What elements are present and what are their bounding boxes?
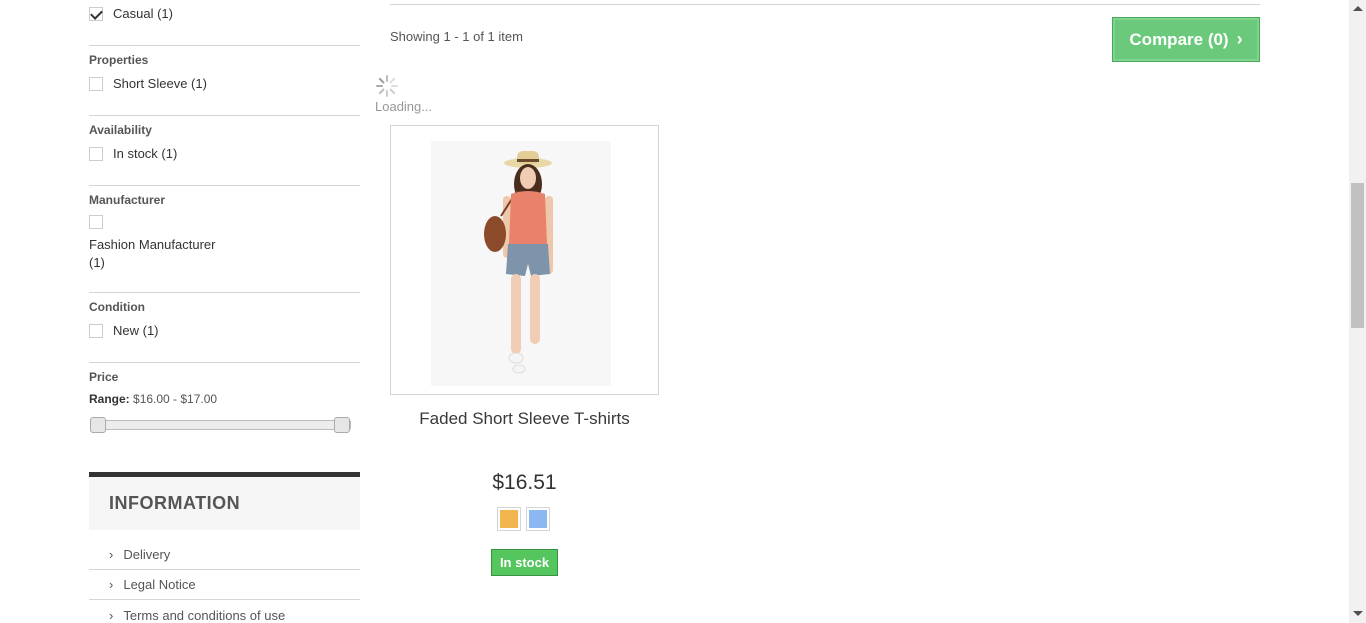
info-link-delivery[interactable]: › Delivery [89, 540, 360, 570]
color-swatch-blue[interactable] [526, 507, 550, 531]
information-title: INFORMATION [109, 493, 241, 513]
swatch-fill [500, 510, 518, 528]
info-link-terms[interactable]: › Terms and conditions of use [89, 600, 360, 623]
loading-text: Loading... [375, 99, 433, 114]
slider-min-handle[interactable] [90, 417, 106, 433]
information-header: INFORMATION [89, 472, 360, 530]
divider [89, 185, 360, 186]
product-name-link[interactable]: Faded Short Sleeve T-shirts [390, 409, 659, 429]
info-link-label: Legal Notice [123, 577, 196, 592]
divider [89, 45, 360, 46]
product-image [391, 126, 658, 394]
range-label: Range: [89, 392, 130, 406]
price-title: Price [89, 370, 119, 384]
loading-spinner-icon [376, 75, 398, 97]
vertical-scrollbar[interactable] [1349, 0, 1366, 623]
availability-title: Availability [89, 123, 152, 137]
filter-in-stock-label: In stock (1) [113, 146, 178, 161]
color-swatch-orange[interactable] [497, 507, 521, 531]
checkbox-icon[interactable] [89, 323, 103, 338]
filter-casual[interactable]: Casual (1) [89, 6, 173, 21]
divider [89, 115, 360, 116]
information-block: INFORMATION › Delivery › Legal Notice › … [89, 472, 360, 623]
range-value: $16.00 - $17.00 [133, 392, 218, 406]
manufacturer-title: Manufacturer [89, 193, 166, 207]
info-link-label: Terms and conditions of use [123, 607, 286, 623]
chevron-right-icon: › [109, 607, 114, 623]
scroll-down-arrow-icon[interactable] [1353, 611, 1363, 616]
checkbox-checked-icon[interactable] [89, 6, 103, 21]
compare-button[interactable]: Compare (0) › [1112, 17, 1260, 62]
price-slider[interactable] [90, 417, 351, 433]
info-link-legal-notice[interactable]: › Legal Notice [89, 570, 360, 600]
top-divider [390, 4, 1260, 5]
price-range: Range: $16.00 - $17.00 [89, 392, 217, 406]
product-price: $16.51 [492, 471, 557, 494]
divider [89, 292, 360, 293]
checkbox-icon[interactable] [89, 215, 103, 229]
filter-short-sleeve-label: Short Sleeve (1) [113, 76, 207, 91]
scroll-thumb[interactable] [1351, 183, 1364, 328]
chevron-right-icon: › [109, 577, 114, 592]
checkbox-icon[interactable] [89, 146, 103, 161]
properties-title: Properties [89, 53, 149, 67]
product-image-link[interactable] [390, 125, 659, 395]
filter-new-label: New (1) [113, 323, 159, 338]
slider-max-handle[interactable] [334, 417, 350, 433]
filter-new[interactable]: New (1) [89, 323, 159, 338]
filter-casual-label: Casual (1) [113, 6, 173, 21]
showing-count: Showing 1 - 1 of 1 item [390, 29, 523, 44]
filter-in-stock[interactable]: In stock (1) [89, 146, 177, 161]
info-link-label: Delivery [123, 547, 171, 562]
condition-title: Condition [89, 300, 145, 314]
swatch-fill [529, 510, 547, 528]
filter-manufacturer-label[interactable]: Fashion Manufacturer (1) [89, 236, 215, 272]
divider [89, 362, 360, 363]
manufacturer-name: Fashion Manufacturer [89, 237, 216, 252]
filter-short-sleeve[interactable]: Short Sleeve (1) [89, 76, 207, 91]
compare-label: Compare (0) [1129, 29, 1229, 49]
manufacturer-count: (1) [89, 255, 105, 270]
checkbox-icon[interactable] [89, 76, 103, 91]
scroll-up-arrow-icon[interactable] [1353, 6, 1363, 11]
chevron-right-icon: › [1236, 29, 1243, 49]
chevron-right-icon: › [109, 547, 114, 562]
availability-badge: In stock [491, 549, 558, 576]
